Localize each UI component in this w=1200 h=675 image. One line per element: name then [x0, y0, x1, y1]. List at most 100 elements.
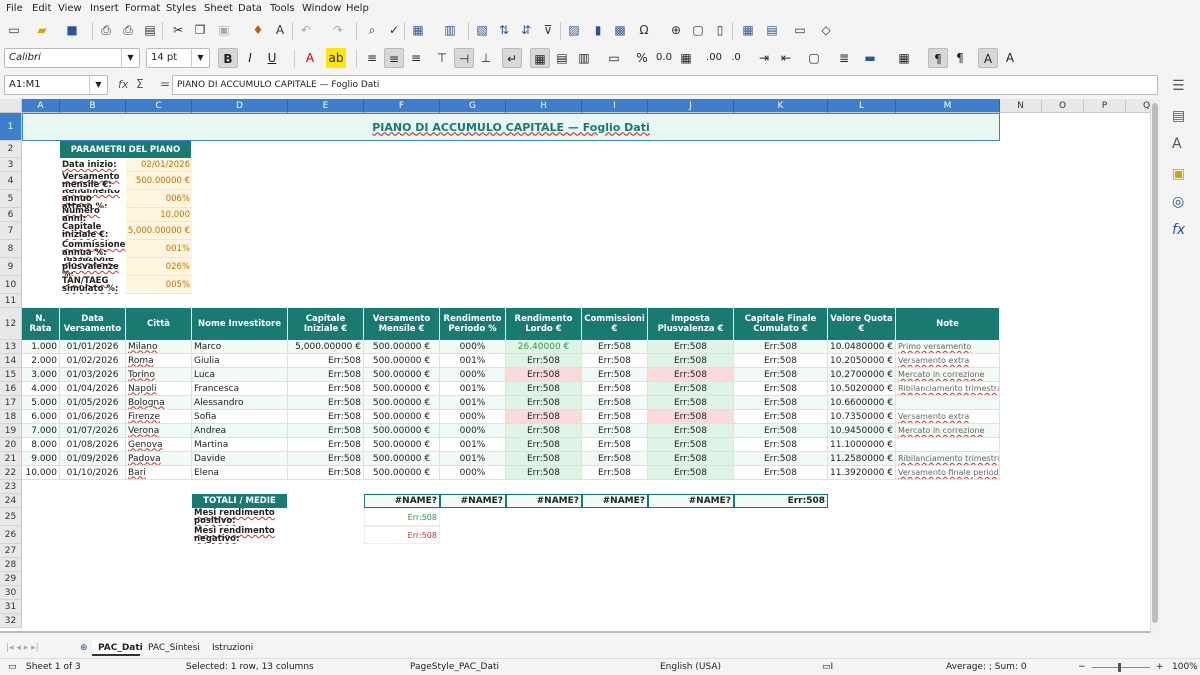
table-cell[interactable]: Err:508: [734, 340, 828, 354]
table-cell[interactable]: 001%: [440, 396, 506, 410]
table-header[interactable]: Data Versamento: [60, 308, 126, 340]
row-header[interactable]: 25: [0, 508, 22, 526]
table-cell[interactable]: Err:508: [582, 410, 648, 424]
table-cell[interactable]: Err:508: [734, 424, 828, 438]
table-cell[interactable]: Err:508: [648, 396, 734, 410]
table-cell[interactable]: [896, 396, 1000, 410]
table-cell[interactable]: 5.000: [22, 396, 60, 410]
pos-months-value[interactable]: Err:508: [364, 508, 440, 526]
merge-center-icon[interactable]: ▦: [530, 48, 550, 68]
row-header[interactable]: 30: [0, 586, 22, 600]
column-header[interactable]: G: [440, 99, 506, 113]
border-color-icon[interactable]: ▬: [860, 48, 880, 68]
table-cell[interactable]: Martina: [192, 438, 288, 452]
formula-input[interactable]: PIANO DI ACCUMULO CAPITALE — Foglio Dati: [172, 75, 1158, 95]
table-cell[interactable]: Err:508: [734, 382, 828, 396]
conditional-icon[interactable]: ▧: [474, 23, 490, 37]
param-label[interactable]: Capitale iniziale €:: [60, 222, 126, 240]
function-wizard-icon[interactable]: fx: [118, 78, 128, 91]
param-value[interactable]: 10.000: [126, 208, 192, 222]
underline-button[interactable]: U: [262, 48, 282, 68]
table-cell[interactable]: Err:508: [582, 340, 648, 354]
table-cell[interactable]: 001%: [440, 438, 506, 452]
sum-icon[interactable]: Σ: [136, 77, 144, 91]
selection-mode-icon[interactable]: ▭Ⅰ: [822, 662, 833, 672]
table-cell[interactable]: Davide: [192, 452, 288, 466]
zoom-slider[interactable]: [1092, 667, 1150, 668]
chevron-down-icon[interactable]: ▼: [121, 49, 139, 67]
row-header[interactable]: 3: [0, 158, 22, 172]
table-cell[interactable]: Err:508: [288, 368, 364, 382]
chevron-down-icon[interactable]: ▼: [191, 49, 209, 67]
table-cell[interactable]: 001%: [440, 452, 506, 466]
table-cell[interactable]: Err:508: [582, 382, 648, 396]
table-cell[interactable]: Genova: [126, 438, 192, 452]
zoom-slider-thumb[interactable]: [1118, 663, 1121, 672]
table-cell[interactable]: Err:508: [648, 424, 734, 438]
table-cell[interactable]: 01/09/2026: [60, 452, 126, 466]
table-cell[interactable]: Err:508: [648, 340, 734, 354]
show-draw-functions-icon[interactable]: ◇: [818, 23, 834, 37]
table-cell[interactable]: 26.40000 €: [506, 340, 582, 354]
table-cell[interactable]: Bari: [126, 466, 192, 480]
neg-months-label[interactable]: Mesi rendimento negativo:: [192, 526, 288, 544]
decrease-indent-icon[interactable]: ⇤: [776, 48, 796, 68]
table-cell[interactable]: 10.2050000 €: [828, 354, 896, 368]
row-header[interactable]: 26: [0, 526, 22, 544]
text-orientation-icon[interactable]: A: [978, 48, 998, 68]
table-cell[interactable]: 4.000: [22, 382, 60, 396]
table-cell[interactable]: Ribilanciamento trimestrale: [896, 382, 1000, 396]
font-size-box[interactable]: 14 pt ▼: [146, 48, 210, 68]
table-cell[interactable]: 10.7350000 €: [828, 410, 896, 424]
menu-item[interactable]: View: [58, 3, 82, 14]
row-header[interactable]: 23: [0, 480, 22, 494]
table-cell[interactable]: Napoli: [126, 382, 192, 396]
align-top-icon[interactable]: ⊤: [432, 48, 452, 68]
table-cell[interactable]: Err:508: [648, 410, 734, 424]
table-cell[interactable]: Elena: [192, 466, 288, 480]
table-cell[interactable]: Err:508: [734, 368, 828, 382]
table-cell[interactable]: Err:508: [734, 438, 828, 452]
column-header[interactable]: H: [506, 99, 582, 113]
table-cell[interactable]: Versamento extra: [896, 410, 1000, 424]
totals-value[interactable]: Err:508: [734, 494, 828, 508]
table-cell[interactable]: Err:508: [582, 368, 648, 382]
table-cell[interactable]: Versamento extra: [896, 354, 1000, 368]
row-header[interactable]: 9: [0, 258, 22, 276]
param-value[interactable]: 005%: [126, 276, 192, 294]
column-header[interactable]: O: [1042, 99, 1084, 113]
column-header[interactable]: L: [828, 99, 896, 113]
table-cell[interactable]: 01/06/2026: [60, 410, 126, 424]
param-value[interactable]: 5,000.00000 €: [126, 222, 192, 240]
table-cell[interactable]: 500.00000 €: [364, 438, 440, 452]
table-cell[interactable]: 10.5020000 €: [828, 382, 896, 396]
table-cell[interactable]: Err:508: [734, 410, 828, 424]
table-cell[interactable]: Mercato in correzione: [896, 368, 1000, 382]
table-cell[interactable]: Err:508: [288, 424, 364, 438]
special-character-icon[interactable]: Ω: [636, 23, 652, 37]
table-cell[interactable]: 000%: [440, 424, 506, 438]
table-cell[interactable]: 10.2700000 €: [828, 368, 896, 382]
column-header[interactable]: E: [288, 99, 364, 113]
menu-icon[interactable]: ☰: [1172, 78, 1185, 94]
menu-item[interactable]: File: [6, 3, 23, 14]
row-header[interactable]: 1: [0, 113, 22, 141]
row-header[interactable]: 15: [0, 368, 22, 382]
param-value[interactable]: 001%: [126, 240, 192, 258]
table-cell[interactable]: Err:508: [582, 354, 648, 368]
table-header[interactable]: Capitale Iniziale €: [288, 308, 364, 340]
param-value[interactable]: 006%: [126, 190, 192, 208]
row-header[interactable]: 2: [0, 141, 22, 158]
table-cell[interactable]: Err:508: [582, 424, 648, 438]
table-cell[interactable]: Err:508: [582, 466, 648, 480]
border-style-icon[interactable]: ≣: [834, 48, 854, 68]
print-icon[interactable]: ⎙: [120, 23, 136, 37]
table-cell[interactable]: Luca: [192, 368, 288, 382]
table-cell[interactable]: Err:508: [288, 396, 364, 410]
merge-cells-icon[interactable]: ▤: [552, 48, 572, 68]
table-cell[interactable]: Err:508: [506, 438, 582, 452]
totals-value[interactable]: #NAME?: [364, 494, 440, 508]
clear-formatting-icon[interactable]: A: [272, 23, 288, 37]
menu-item[interactable]: Help: [346, 3, 369, 14]
column-header[interactable]: N: [1000, 99, 1042, 113]
